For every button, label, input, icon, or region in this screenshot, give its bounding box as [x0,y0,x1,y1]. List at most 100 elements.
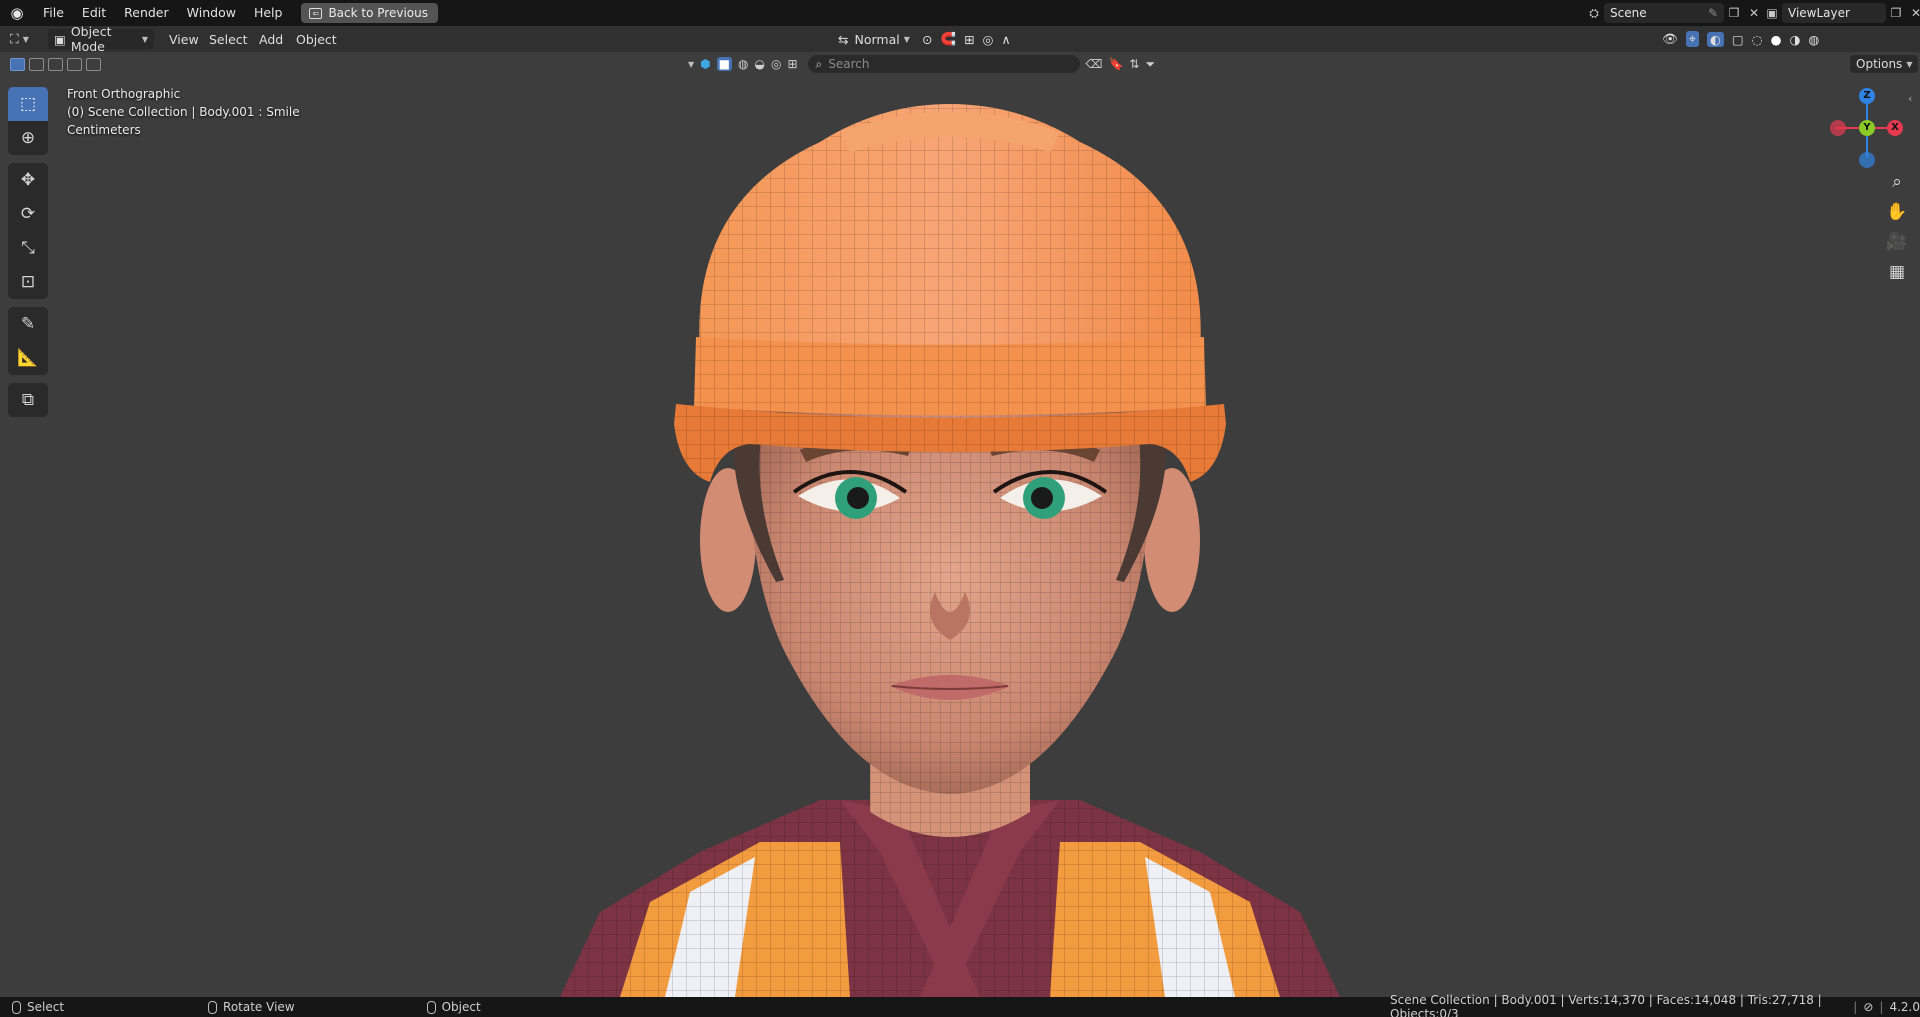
select-box-tool[interactable]: ⬚ [8,87,48,121]
bookmark-icon[interactable]: 🔖 [1108,57,1123,71]
select-extend-mode-icon[interactable] [29,58,44,71]
menu-view[interactable]: View [169,29,199,49]
modifier-view-icon[interactable]: ⊞ [787,57,797,71]
scene-statistics: Scene Collection | Body.001 | Verts:14,3… [1390,993,1920,1017]
orientation-dropdown[interactable]: ⇆ Normal ▼ [838,29,910,49]
snap-icon[interactable]: 🧲 [940,31,956,47]
scale-icon: ⤡ [21,238,35,258]
delete-view-layer-icon[interactable]: ✕ [1906,3,1920,23]
search-field[interactable]: ⌕ Search [807,55,1080,73]
object-type-icon[interactable]: ⬢ [700,57,710,71]
back-to-previous-label: Back to Previous [328,6,428,20]
view-layer-field[interactable]: ViewLayer [1782,3,1886,23]
viewport-filter-bar: ▼ ⬢ ■ ◍ ◒ ◎ ⊞ ⌕ Search ⌫ 🔖 ⇅ ⏷ [688,54,1155,74]
mode-dropdown[interactable]: ▣ Object Mode ▼ [48,24,154,54]
falloff-icon[interactable]: ∧ [1001,32,1010,47]
mode-label: Object Mode [70,24,112,54]
solid-view-icon[interactable]: ■ [716,57,732,71]
z-axis-ball[interactable]: Z [1859,88,1875,104]
scale-tool[interactable]: ⤡ [8,231,48,265]
status-select-label: Select [27,1000,65,1014]
hand-icon: ✋ [1886,202,1908,222]
collapse-icon[interactable]: ▼ [688,60,694,69]
annotate-tool[interactable]: ✎ [8,307,48,341]
view-layer-name: ViewLayer [1788,6,1850,20]
camera-view-button[interactable]: 🎥 [1883,228,1911,256]
options-label: Options [1856,57,1903,71]
snapping-controls: ⊙ 🧲 ⊞ ◎ ∧ [922,29,1011,49]
back-to-previous-button[interactable]: ⇐ Back to Previous [301,3,438,23]
clear-search-icon[interactable]: ⌫ [1086,57,1103,71]
view-name-label: Front Orthographic [67,87,181,101]
transform-tool[interactable]: ⊡ [8,265,48,299]
pivot-icon[interactable]: ⊙ [922,32,932,47]
menu-window[interactable]: Window [178,0,245,26]
measure-icon: 📐 [17,348,39,368]
editor-type-dropdown[interactable]: ⛶ ▼ [10,29,29,49]
scene-stats-label: Scene Collection | Body.001 | Verts:14,3… [1390,993,1822,1017]
scene-selector: ⛭ Scene ✎ ❐ ✕ [1584,3,1764,23]
sidebar-toggle-icon[interactable]: ‹ [1908,92,1912,105]
new-view-layer-icon[interactable]: ❐ [1886,3,1906,23]
overlay-toggle-icon[interactable]: ◐ [1706,31,1724,47]
menu-help[interactable]: Help [245,0,292,26]
visibility-icon[interactable]: 👁 [1662,31,1678,47]
ortho-toggle-button[interactable]: ▦ [1883,258,1911,286]
select-new-mode-icon[interactable] [10,58,25,71]
menu-render[interactable]: Render [115,0,178,26]
zoom-view-button[interactable]: ⌕ [1883,168,1911,196]
rotate-icon: ⟳ [20,204,36,224]
blender-logo-icon[interactable]: ◉ [0,0,34,26]
proportional-edit-icon[interactable]: ◎ [983,32,994,47]
3d-viewport[interactable] [0,52,1920,997]
version-label: 4.2.0 [1889,1000,1920,1014]
menu-add[interactable]: Add [259,29,283,49]
menu-object[interactable]: Object [296,29,337,49]
mouse-left-icon [12,1000,21,1014]
top-menu-bar: ◉ File Edit Render Window Help ⇐ Back to… [0,0,1920,26]
measure-tool[interactable]: 📐 [8,341,48,375]
move-tool[interactable]: ✥ [8,163,48,197]
pin-icon[interactable]: ✎ [1708,6,1718,20]
view-layer-icon[interactable]: ▣ [1762,3,1782,23]
cursor-tool[interactable]: ⊕ [8,121,48,155]
neg-z-axis-ball[interactable] [1859,152,1875,168]
snap-target-icon[interactable]: ⊞ [964,32,974,47]
world-view-icon[interactable]: ◎ [771,57,781,71]
menu-edit[interactable]: Edit [73,0,115,26]
status-rotate-label: Rotate View [223,1000,295,1014]
add-cube-tool[interactable]: ⧉ [8,383,48,417]
new-scene-icon[interactable]: ❐ [1724,3,1744,23]
collection-info-label: (0) Scene Collection | Body.001 : Smile [67,105,300,119]
cursor-icon: ⊕ [20,128,36,148]
menu-select[interactable]: Select [209,29,248,49]
filter-icon[interactable]: ⏷ [1145,57,1155,72]
options-button[interactable]: Options ▼ [1850,55,1919,73]
neg-x-axis-ball[interactable] [1830,120,1846,136]
wireframe-shading-icon[interactable]: ◌ [1752,32,1763,47]
x-axis-ball[interactable]: X [1887,120,1903,136]
select-difference-mode-icon[interactable] [67,58,82,71]
back-icon: ⇐ [309,7,323,19]
select-subtract-mode-icon[interactable] [48,58,63,71]
xray-icon[interactable]: ▢ [1732,32,1744,47]
texture-view-icon[interactable]: ◒ [754,57,764,71]
navigation-gizmo[interactable]: Z Y X [1830,88,1903,168]
pan-view-button[interactable]: ✋ [1883,198,1911,226]
select-intersect-mode-icon[interactable] [86,58,101,71]
material-view-icon[interactable]: ◍ [738,57,748,71]
scene-icon[interactable]: ⛭ [1584,3,1604,23]
menu-file[interactable]: File [34,0,73,26]
material-shading-icon[interactable]: ◑ [1790,32,1801,47]
no-sync-icon: ⊘ [1863,1000,1874,1014]
sort-icon[interactable]: ⇅ [1129,57,1139,71]
solid-shading-icon[interactable]: ● [1771,32,1782,47]
status-rotate: Rotate View [208,1000,295,1014]
rendered-shading-icon[interactable]: ◍ [1808,32,1819,47]
y-axis-ball[interactable]: Y [1859,120,1875,136]
scene-name-field[interactable]: Scene ✎ [1604,3,1724,23]
delete-scene-icon[interactable]: ✕ [1744,3,1764,23]
view-layer-selector: ▣ ViewLayer ❐ ✕ [1762,3,1920,23]
gizmo-toggle-icon[interactable]: ⌖ [1685,31,1699,47]
rotate-tool[interactable]: ⟳ [8,197,48,231]
